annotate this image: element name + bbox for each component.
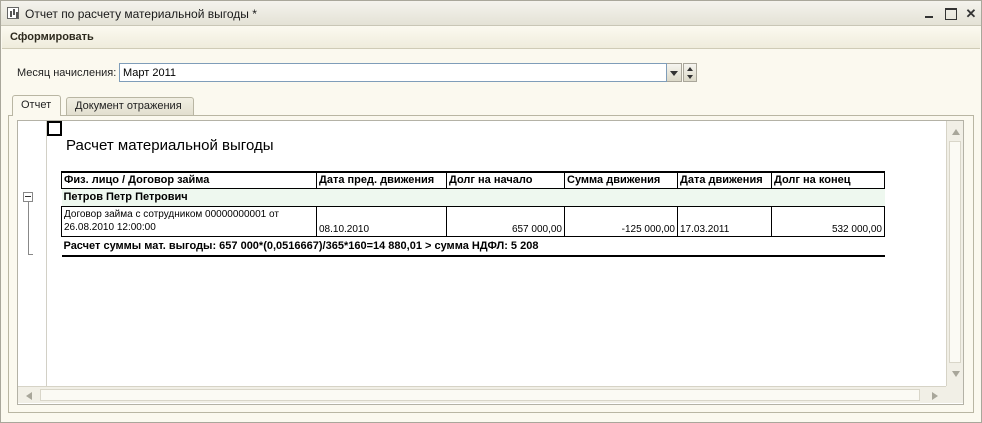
scroll-corner	[946, 386, 963, 403]
calculation-row[interactable]: Расчет суммы мат. выгоды: 657 000*(0,051…	[61, 235, 885, 257]
month-spinner[interactable]	[683, 63, 697, 82]
month-input[interactable]: Март 2011	[119, 63, 667, 82]
spin-down-icon[interactable]	[687, 75, 693, 79]
month-value: Март 2011	[123, 67, 177, 79]
calculation-text[interactable]: Расчет суммы мат. выгоды: 657 000*(0,051…	[61, 235, 885, 257]
column-header[interactable]: Долг на конец	[771, 171, 885, 189]
maximize-icon[interactable]	[941, 5, 959, 22]
generate-button[interactable]: Сформировать	[10, 31, 94, 43]
movement-date-cell[interactable]: 17.03.2011	[677, 205, 772, 237]
debt-start-cell[interactable]: 657 000,00	[446, 205, 565, 237]
minimize-icon[interactable]	[920, 5, 938, 22]
report-chart-icon	[7, 7, 19, 19]
close-icon[interactable]: ✕	[962, 5, 980, 22]
current-cell-marker[interactable]	[47, 121, 62, 136]
spreadsheet-area[interactable]	[17, 120, 964, 405]
group-line-end	[28, 254, 33, 255]
month-dropdown-button[interactable]	[667, 63, 682, 82]
debt-end-cell[interactable]: 532 000,00	[771, 205, 885, 237]
movement-sum-cell[interactable]: -125 000,00	[564, 205, 678, 237]
scroll-left-icon[interactable]	[26, 392, 32, 400]
column-header[interactable]: Дата движения	[677, 171, 772, 189]
spin-up-icon[interactable]	[687, 67, 693, 71]
vertical-scroll-thumb[interactable]	[949, 141, 961, 363]
tab-report[interactable]: Отчет	[12, 95, 61, 116]
scroll-up-icon[interactable]	[952, 129, 960, 135]
collapse-group-icon[interactable]	[23, 192, 33, 202]
scroll-down-icon[interactable]	[952, 371, 960, 377]
prev-date-cell[interactable]: 08.10.2010	[316, 205, 447, 237]
report-title: Расчет материальной выгоды	[66, 137, 274, 154]
scroll-right-icon[interactable]	[932, 392, 938, 400]
group-line	[28, 202, 29, 254]
person-group-row[interactable]: Петров Петр Петрович	[61, 187, 885, 207]
horizontal-scroll-thumb[interactable]	[40, 389, 920, 401]
column-header[interactable]: Долг на начало	[446, 171, 565, 189]
title-bar[interactable]: Отчет по расчету материальной выгоды * ✕	[1, 1, 981, 26]
month-label: Месяц начисления:	[17, 67, 117, 79]
command-bar: Сформировать	[2, 27, 980, 49]
contract-cell[interactable]: Договор займа с сотрудником 00000000001 …	[61, 205, 317, 237]
table-row[interactable]: Договор займа с сотрудником 00000000001 …	[61, 205, 885, 237]
column-header[interactable]: Сумма движения	[564, 171, 678, 189]
horizontal-scrollbar[interactable]	[18, 386, 946, 403]
window-title: Отчет по расчету материальной выгоды *	[25, 7, 257, 21]
tab-reflection-document[interactable]: Документ отражения	[66, 97, 194, 115]
report-table: Физ. лицо / Договор займа Дата пред. дви…	[61, 171, 885, 257]
column-header[interactable]: Физ. лицо / Договор займа	[61, 171, 317, 189]
table-header-row: Физ. лицо / Договор займа Дата пред. дви…	[61, 171, 885, 189]
person-name[interactable]: Петров Петр Петрович	[61, 187, 885, 207]
column-header[interactable]: Дата пред. движения	[316, 171, 447, 189]
vertical-scrollbar[interactable]	[946, 121, 963, 386]
